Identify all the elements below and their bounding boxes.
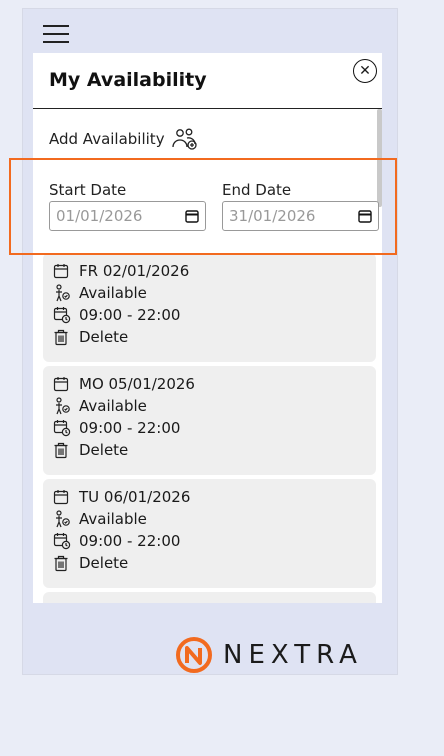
trash-icon <box>53 553 73 573</box>
entry-time: 09:00 - 22:00 <box>79 532 181 550</box>
add-users-icon <box>171 128 197 150</box>
delete-label: Delete <box>79 328 129 346</box>
list-item: FR 02/01/2026 Available 09:00 - 22:00 De… <box>43 253 376 362</box>
close-icon[interactable]: ✕ <box>353 59 377 83</box>
list-item: TU 06/01/2026 Available 09:00 - 22:00 De… <box>43 479 376 588</box>
list-item: MO 05/01/2026 Available 09:00 - 22:00 De… <box>43 366 376 475</box>
date-range-highlight <box>9 158 397 255</box>
entry-time: 09:00 - 22:00 <box>79 419 181 437</box>
hamburger-menu-icon[interactable] <box>43 23 69 45</box>
list-item <box>43 592 376 603</box>
delete-label: Delete <box>79 441 129 459</box>
delete-button[interactable]: Delete <box>53 326 376 348</box>
availability-panel: My Availability ✕ Add Availability Start… <box>33 53 382 603</box>
entry-time: 09:00 - 22:00 <box>79 306 181 324</box>
calendar-clock-icon <box>53 305 73 325</box>
trash-icon <box>53 327 73 347</box>
entry-date: MO 05/01/2026 <box>79 375 195 393</box>
person-check-icon <box>53 509 73 529</box>
panel-header: My Availability ✕ <box>33 53 382 109</box>
delete-button[interactable]: Delete <box>53 439 376 461</box>
entry-date: FR 02/01/2026 <box>79 262 190 280</box>
calendar-clock-icon <box>53 418 73 438</box>
entry-date: TU 06/01/2026 <box>79 488 191 506</box>
calendar-icon <box>53 374 73 394</box>
person-check-icon <box>53 283 73 303</box>
nextra-logo-icon <box>176 637 212 673</box>
add-availability-button[interactable]: Add Availability <box>49 127 199 151</box>
entry-status: Available <box>79 284 147 302</box>
availability-list: FR 02/01/2026 Available 09:00 - 22:00 De… <box>43 253 376 603</box>
calendar-icon <box>53 487 73 507</box>
brand-logo: NEXTRA <box>175 636 363 674</box>
calendar-clock-icon <box>53 531 73 551</box>
trash-icon <box>53 440 73 460</box>
calendar-icon <box>53 261 73 281</box>
delete-button[interactable]: Delete <box>53 552 376 574</box>
add-availability-label: Add Availability <box>49 130 165 148</box>
brand-name: NEXTRA <box>223 640 363 670</box>
page-title: My Availability <box>49 69 207 91</box>
entry-status: Available <box>79 510 147 528</box>
app-frame: My Availability ✕ Add Availability Start… <box>22 8 398 675</box>
person-check-icon <box>53 396 73 416</box>
entry-status: Available <box>79 397 147 415</box>
delete-label: Delete <box>79 554 129 572</box>
